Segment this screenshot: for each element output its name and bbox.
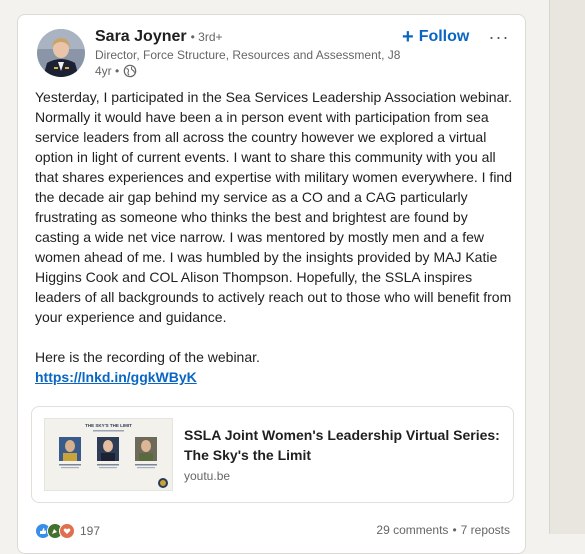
thumb-heading: THE SKY'S THE LIMIT bbox=[85, 423, 132, 428]
avatar-photo bbox=[37, 29, 85, 77]
reactions-summary[interactable]: 197 bbox=[35, 523, 100, 539]
count-separator: • bbox=[452, 523, 457, 537]
right-rail bbox=[549, 0, 585, 534]
follow-button[interactable]: + Follow bbox=[402, 25, 469, 49]
social-counts-bar: 197 29 comments • 7 reposts bbox=[35, 523, 510, 543]
reposts-count[interactable]: 7 reposts bbox=[461, 523, 510, 537]
ellipsis-icon: ··· bbox=[488, 26, 510, 47]
preview-thumbnail: THE SKY'S THE LIMIT bbox=[44, 418, 173, 491]
post-age: 4yr • bbox=[95, 64, 120, 78]
recording-line: Here is the recording of the webinar. bbox=[35, 349, 260, 365]
preview-source: youtu.be bbox=[184, 469, 231, 483]
paragraph-spacer bbox=[35, 327, 515, 347]
post-text: Yesterday, I participated in the Sea Ser… bbox=[35, 87, 515, 387]
comments-count[interactable]: 29 comments bbox=[376, 523, 448, 537]
reaction-count: 197 bbox=[80, 524, 101, 538]
post-meta: 4yr • bbox=[95, 64, 137, 78]
author-avatar[interactable] bbox=[37, 29, 85, 77]
love-reaction-icon bbox=[59, 523, 75, 539]
connection-degree: • 3rd+ bbox=[190, 30, 223, 44]
globe-icon bbox=[123, 64, 137, 78]
feed-post-card: Sara Joyner • 3rd+ Director, Force Struct… bbox=[17, 14, 526, 554]
preview-title[interactable]: SSLA Joint Women's Leadership Virtual Se… bbox=[184, 425, 504, 465]
author-name[interactable]: Sara Joyner • 3rd+ bbox=[95, 28, 223, 46]
author-headline: Director, Force Structure, Resources and… bbox=[95, 48, 401, 62]
link-preview-card[interactable]: THE SKY'S THE LIMIT SSLA Joint Women's L… bbox=[31, 406, 514, 503]
post-body-paragraph: Yesterday, I participated in the Sea Ser… bbox=[35, 89, 513, 325]
plus-icon: + bbox=[402, 26, 414, 48]
more-options-button[interactable]: ··· bbox=[487, 25, 511, 49]
webinar-thumbnail-image: THE SKY'S THE LIMIT bbox=[45, 419, 172, 490]
follow-label: Follow bbox=[418, 28, 470, 45]
comments-reposts: 29 comments • 7 reposts bbox=[376, 523, 510, 537]
recording-link[interactable]: https://lnkd.in/ggkWByK bbox=[35, 369, 197, 385]
author-name-text[interactable]: Sara Joyner bbox=[95, 28, 187, 45]
